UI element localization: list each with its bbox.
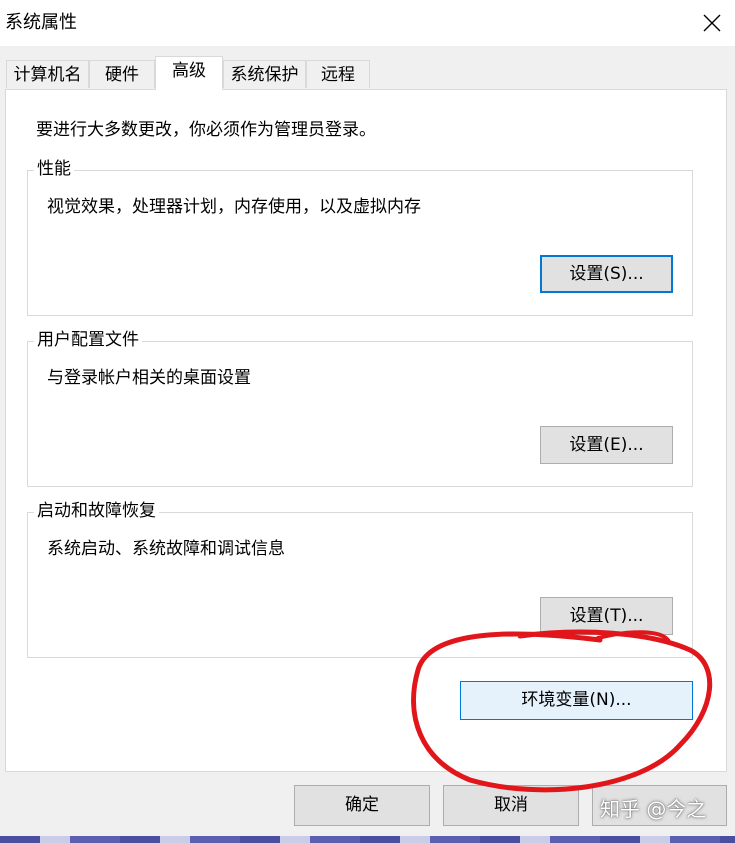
tab-hardware[interactable]: 硬件 (89, 60, 155, 88)
close-icon (703, 14, 721, 32)
performance-group: 性能 视觉效果，处理器计划，内存使用，以及虚拟内存 设置(S)... (27, 159, 693, 316)
startup-recovery-settings-button[interactable]: 设置(T)... (540, 597, 673, 635)
background-strip (0, 836, 735, 843)
advanced-tab-panel: 要进行大多数更改，你必须作为管理员登录。 性能 视觉效果，处理器计划，内存使用，… (5, 89, 727, 772)
window-title: 系统属性 (5, 12, 77, 33)
user-profiles-description: 与登录帐户相关的桌面设置 (47, 368, 251, 388)
tab-remote[interactable]: 远程 (306, 60, 370, 88)
zhihu-watermark: 知乎 @今之 (600, 797, 707, 821)
startup-recovery-description: 系统启动、系统故障和调试信息 (47, 539, 285, 559)
performance-settings-button[interactable]: 设置(S)... (540, 255, 673, 293)
system-properties-window: 系统属性 计算机名 硬件 高级 系统保护 远程 要进行大多数更改，你必须作为管理… (0, 0, 735, 843)
ok-button[interactable]: 确定 (294, 785, 430, 826)
tab-advanced[interactable]: 高级 (155, 56, 223, 90)
performance-group-label: 性能 (34, 159, 74, 179)
admin-notice: 要进行大多数更改，你必须作为管理员登录。 (36, 120, 376, 140)
user-profiles-group-label: 用户配置文件 (34, 330, 142, 350)
user-profiles-group: 用户配置文件 与登录帐户相关的桌面设置 设置(E)... (27, 330, 693, 487)
user-profiles-settings-button[interactable]: 设置(E)... (540, 426, 673, 464)
tab-computer-name[interactable]: 计算机名 (6, 60, 89, 88)
startup-recovery-group-label: 启动和故障恢复 (34, 501, 159, 521)
tab-system-protection[interactable]: 系统保护 (223, 60, 306, 88)
close-button[interactable] (689, 0, 735, 46)
cancel-button[interactable]: 取消 (443, 785, 579, 826)
startup-recovery-group: 启动和故障恢复 系统启动、系统故障和调试信息 设置(T)... (27, 501, 693, 658)
performance-description: 视觉效果，处理器计划，内存使用，以及虚拟内存 (47, 197, 421, 217)
title-bar: 系统属性 (0, 0, 735, 46)
environment-variables-button[interactable]: 环境变量(N)... (460, 681, 693, 720)
